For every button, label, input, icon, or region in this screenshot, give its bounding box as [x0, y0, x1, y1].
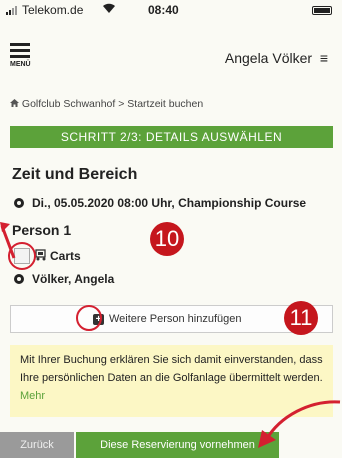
user-name: Angela Völker	[224, 50, 313, 66]
breadcrumb-current: Startzeit buchen	[127, 98, 204, 110]
carrier-name: Telekom.de	[22, 3, 84, 17]
radio-selected-icon	[14, 198, 24, 208]
more-link[interactable]: Mehr	[20, 390, 45, 402]
breadcrumb: Golfclub Schwanhof > Startzeit buchen	[10, 98, 203, 110]
menu-button[interactable]: MENÜ	[10, 43, 40, 75]
top-bar: MENÜ Angela Völker ≡	[0, 38, 342, 78]
plus-highlight-circle	[76, 305, 102, 331]
wifi-icon	[102, 2, 116, 17]
breadcrumb-club[interactable]: Golfclub Schwanhof	[22, 98, 115, 110]
home-icon	[10, 98, 22, 110]
breadcrumb-separator: >	[118, 98, 125, 110]
user-menu[interactable]: Angela Völker ≡	[225, 50, 328, 66]
time-selection[interactable]: Di., 05.05.2020 08:00 Uhr, Championship …	[14, 196, 306, 210]
status-bar: Telekom.de 08:40	[0, 0, 342, 20]
curved-arrow-icon	[258, 400, 341, 448]
submit-reservation-button[interactable]: Diese Reservierung vornehmen	[76, 432, 279, 458]
person-name: Völker, Angela	[32, 272, 115, 286]
cart-icon	[34, 249, 48, 264]
list-menu-icon: ≡	[315, 50, 328, 66]
annotation-badge-10: 10	[150, 222, 184, 256]
radio-selected-icon	[14, 274, 24, 284]
hamburger-icon	[10, 43, 30, 58]
time-section-title: Zeit und Bereich	[12, 166, 138, 183]
carts-label: Carts	[50, 249, 81, 263]
left-arrow-icon	[0, 222, 16, 259]
back-button[interactable]: Zurück	[0, 432, 74, 458]
add-person-label: Weitere Person hinzufügen	[109, 313, 242, 325]
signal-icon	[6, 4, 20, 18]
status-time: 08:40	[148, 3, 179, 17]
person-selection[interactable]: Völker, Angela	[14, 272, 114, 286]
menu-label: MENÜ	[10, 61, 31, 68]
privacy-notice-text: Mit Ihrer Buchung erklären Sie sich dami…	[20, 354, 323, 384]
battery-icon	[312, 6, 332, 15]
time-selection-label: Di., 05.05.2020 08:00 Uhr, Championship …	[32, 196, 307, 210]
person-title: Person 1	[12, 222, 72, 238]
annotation-badge-11: 11	[284, 301, 318, 335]
step-banner: SCHRITT 2/3: DETAILS AUSWÄHLEN	[10, 126, 333, 148]
